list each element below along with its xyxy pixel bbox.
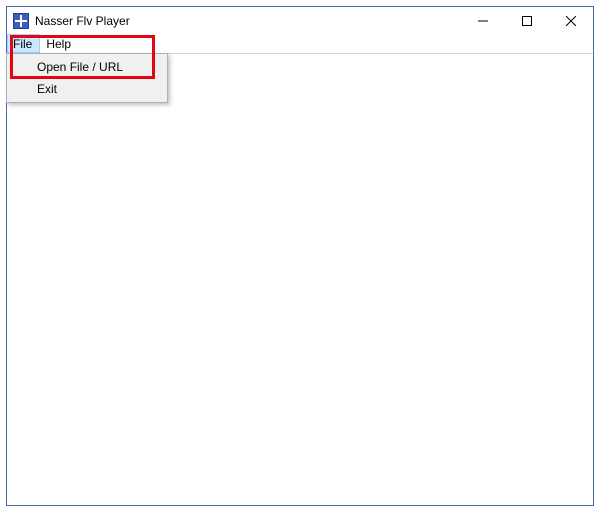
titlebar: Nasser Flv Player [7, 7, 593, 34]
menubar: File Help Open File / URL Exit [7, 34, 593, 54]
file-dropdown: Open File / URL Exit [6, 53, 168, 103]
menu-open-file-label: Open File / URL [37, 60, 123, 74]
menu-file-label: File [13, 37, 32, 51]
menu-exit[interactable]: Exit [9, 78, 165, 100]
close-icon [566, 16, 576, 26]
window-title: Nasser Flv Player [35, 14, 461, 28]
menu-open-file[interactable]: Open File / URL [9, 56, 165, 78]
menu-help[interactable]: Help [40, 34, 79, 53]
close-button[interactable] [549, 7, 593, 34]
minimize-icon [478, 16, 488, 26]
app-window: Nasser Flv Player File Help Open File / … [6, 6, 594, 506]
minimize-button[interactable] [461, 7, 505, 34]
content-area [7, 54, 593, 505]
maximize-icon [522, 16, 532, 26]
menu-file[interactable]: File [7, 34, 40, 53]
app-icon [13, 13, 29, 29]
window-controls [461, 7, 593, 34]
menu-exit-label: Exit [37, 82, 57, 96]
maximize-button[interactable] [505, 7, 549, 34]
menu-help-label: Help [46, 37, 71, 51]
